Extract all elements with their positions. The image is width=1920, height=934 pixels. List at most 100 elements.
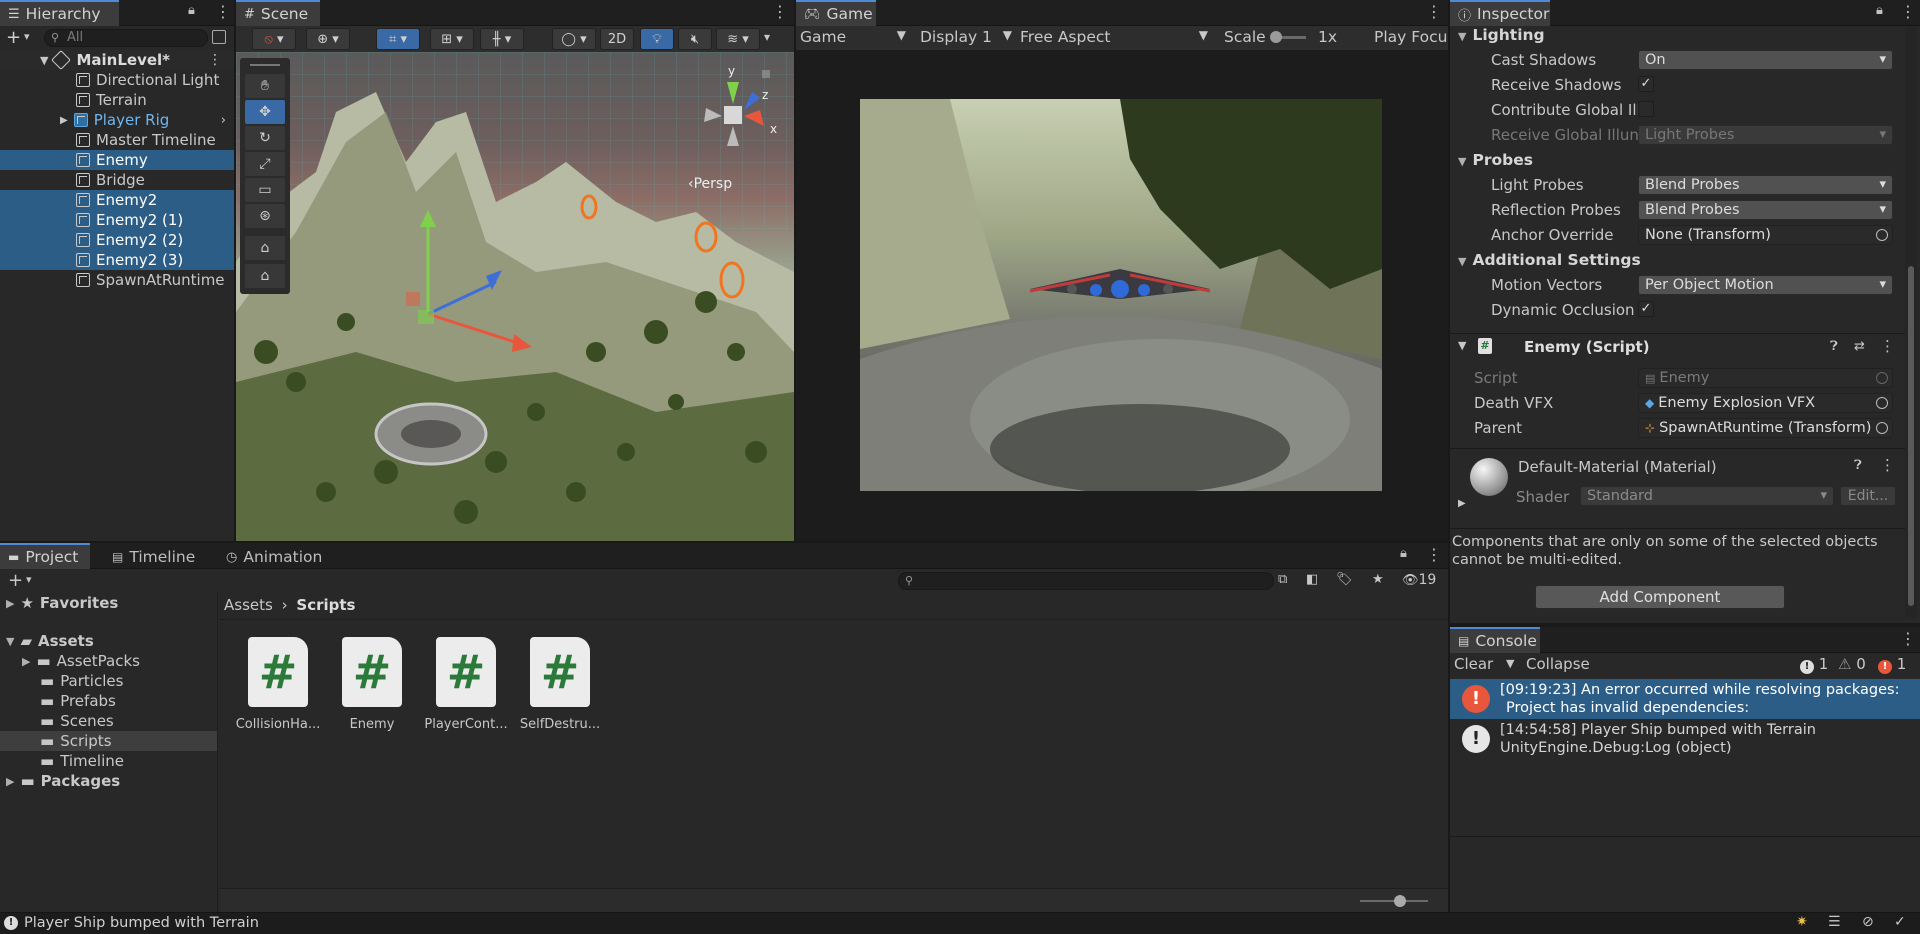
hierarchy-item-selected[interactable]: Enemy2 (3)	[0, 250, 234, 270]
add-component-button[interactable]: Add Component	[1535, 585, 1785, 609]
breadcrumb-scripts[interactable]: Scripts	[296, 596, 355, 614]
cast-shadows-dropdown[interactable]: On	[1638, 50, 1893, 70]
more-options-icon[interactable]: ⋮	[772, 4, 788, 20]
log-filter-toggle[interactable]: ! 1	[1800, 655, 1828, 674]
error-filter-toggle[interactable]: ! 1	[1878, 655, 1906, 674]
help-icon[interactable]: ❓︎	[1854, 458, 1862, 473]
motion-vectors-dropdown[interactable]: Per Object Motion	[1638, 275, 1893, 295]
clear-options-icon[interactable]: ▼	[1506, 657, 1514, 670]
tab-timeline[interactable]: ▤ Timeline	[104, 543, 204, 569]
dynamic-occlusion-checkbox[interactable]: ✓	[1638, 301, 1654, 317]
scene-root[interactable]: ▼ MainLevel* ⋮	[0, 50, 234, 70]
lock-icon[interactable]: 🔒︎	[188, 3, 195, 18]
more-options-icon[interactable]: ⋮	[1426, 4, 1442, 20]
check-icon[interactable]: ✓	[1894, 914, 1906, 930]
hand-tool-button[interactable]: ✋︎	[245, 74, 285, 98]
console-entry-log[interactable]: ! [14:54:58] Player Ship bumped with Ter…	[1450, 719, 1920, 759]
probes-header[interactable]: ▼ Probes	[1458, 151, 1533, 169]
orientation-gizmo[interactable]: y z x	[692, 64, 782, 164]
folder-item[interactable]: ▶ ▬ AssetPacks	[0, 651, 217, 671]
object-picker-icon[interactable]	[1876, 422, 1888, 434]
help-icon[interactable]: ❓︎	[1830, 339, 1838, 354]
collapse-button[interactable]: Collapse	[1526, 655, 1590, 673]
enemy-script-header[interactable]: ▼ # Enemy (Script) ❓︎ ⇄ ⋮	[1450, 335, 1905, 361]
console-entry-error[interactable]: ! [09:19:23] An error occurred while res…	[1450, 679, 1920, 719]
lock-icon[interactable]: 🔒︎	[1876, 3, 1883, 18]
hierarchy-item[interactable]: Bridge	[0, 170, 234, 190]
expand-arrow-icon[interactable]: ▶	[1458, 498, 1466, 509]
object-picker-icon[interactable]	[1876, 397, 1888, 409]
cache-server-icon[interactable]: ☰	[1828, 914, 1841, 930]
tab-hierarchy[interactable]: ☰ Hierarchy	[0, 0, 119, 26]
light-probes-dropdown[interactable]: Blend Probes	[1638, 175, 1893, 195]
more-options-icon[interactable]: ⋮	[215, 4, 231, 20]
assets-folder[interactable]: ▼ ▰ Assets	[0, 631, 217, 651]
edit-shader-button[interactable]: Edit...	[1840, 486, 1896, 506]
game-mode-dropdown[interactable]: Game ▼	[800, 28, 906, 46]
hierarchy-item[interactable]: Terrain	[0, 90, 234, 110]
display-dropdown[interactable]: Display 1 ▼	[920, 28, 1012, 46]
tab-project[interactable]: ▬ Project	[0, 543, 90, 569]
hierarchy-item-selected[interactable]: Enemy2 (2)	[0, 230, 234, 250]
expand-arrow-icon[interactable]: ▼	[1458, 339, 1466, 352]
add-icon[interactable]: +	[8, 570, 23, 591]
debug-mode-icon[interactable]: ⊘	[1862, 914, 1874, 930]
lighting-toggle-button[interactable]: 💡︎	[640, 28, 674, 50]
filter-by-type-icon[interactable]: ◧	[1306, 572, 1318, 587]
hierarchy-item-selected[interactable]: Enemy	[0, 150, 234, 170]
more-options-icon[interactable]: ⋮	[1900, 631, 1916, 647]
anchor-override-field[interactable]: None (Transform)	[1638, 225, 1893, 245]
snap-button[interactable]: ⌗ ▾	[376, 28, 420, 50]
script-asset[interactable]: # PlayerCont...	[424, 637, 522, 737]
component-menu-icon[interactable]: ⋮	[1880, 456, 1895, 474]
increment-snap-button[interactable]: ╫ ▾	[480, 28, 524, 50]
expand-arrow-icon[interactable]: ▶	[60, 115, 68, 126]
project-search-input[interactable]: ⚲	[898, 572, 1274, 590]
receive-shadows-checkbox[interactable]: ✓	[1638, 76, 1654, 92]
component-menu-icon[interactable]: ⋮	[1880, 337, 1895, 355]
hierarchy-item[interactable]: Directional Light	[0, 70, 234, 90]
audio-toggle-button[interactable]: 🔇︎	[678, 28, 712, 50]
clear-button[interactable]: Clear	[1454, 655, 1493, 673]
palette-grip[interactable]	[250, 64, 280, 66]
tab-console[interactable]: ▤ Console	[1450, 627, 1540, 653]
icon-size-slider-thumb[interactable]	[1394, 895, 1406, 907]
add-icon[interactable]: +	[6, 27, 21, 48]
object-picker-icon[interactable]	[1876, 229, 1888, 241]
folder-item[interactable]: ▬ Particles	[0, 671, 217, 691]
chevron-down-icon[interactable]: ▾	[24, 30, 30, 43]
packages-folder[interactable]: ▶ ▬ Packages	[0, 771, 217, 791]
rect-tool-button[interactable]: ▭	[245, 178, 285, 202]
more-options-icon[interactable]: ⋮	[1426, 547, 1442, 563]
additional-settings-header[interactable]: ▼ Additional Settings	[1458, 251, 1641, 269]
death-vfx-field[interactable]: ◆ Enemy Explosion VFX	[1638, 393, 1893, 413]
reflection-probes-dropdown[interactable]: Blend Probes	[1638, 200, 1893, 220]
tab-scene[interactable]: # Scene	[236, 0, 320, 26]
breadcrumb-assets[interactable]: Assets	[224, 596, 273, 614]
lighting-header[interactable]: ▼ Lighting	[1458, 26, 1545, 44]
orientation-button[interactable]: ⊕ ▾	[306, 28, 350, 50]
draw-mode-button[interactable]: ⦸ ▾	[252, 28, 296, 50]
game-view[interactable]	[860, 99, 1382, 491]
hierarchy-item-player-rig[interactable]: ▶ Player Rig ›	[0, 110, 234, 130]
scale-slider-thumb[interactable]	[1270, 31, 1282, 43]
lock-icon[interactable]: 🔒︎	[1400, 546, 1407, 561]
tab-game[interactable]: 🎮︎ Game	[796, 0, 876, 26]
hierarchy-item-selected[interactable]: Enemy2 (1)	[0, 210, 234, 230]
hidden-packages-icon[interactable]: 👁︎19	[1402, 572, 1436, 588]
scrollbar-thumb[interactable]	[1908, 266, 1914, 606]
aspect-dropdown[interactable]: Free Aspect ▼	[1020, 28, 1208, 46]
tab-animation[interactable]: ◷ Animation	[218, 543, 338, 569]
move-tool-button[interactable]: ✥	[245, 100, 285, 124]
progress-spinner-icon[interactable]: ✷	[1796, 914, 1808, 930]
contribute-gi-checkbox[interactable]	[1638, 101, 1654, 117]
scene-viewport[interactable]: ✋︎ ✥ ↻ ⤢ ▭ ⊛ ⌂ ⌂ y z x ‹Persp	[236, 52, 794, 541]
favorites-item[interactable]: ▶ ★ Favorites	[0, 593, 217, 613]
search-by-type-icon[interactable]: ⧉	[1278, 572, 1287, 587]
custom-tool-button[interactable]: ⌂	[245, 236, 285, 260]
favorite-star-icon[interactable]: ★	[1372, 572, 1384, 587]
toggle-2d-button[interactable]: 2D	[600, 28, 634, 50]
shading-mode-button[interactable]: ◯ ▾	[552, 28, 596, 50]
scene-picker-icon[interactable]	[212, 30, 226, 44]
script-asset[interactable]: # SelfDestru...	[520, 637, 616, 737]
